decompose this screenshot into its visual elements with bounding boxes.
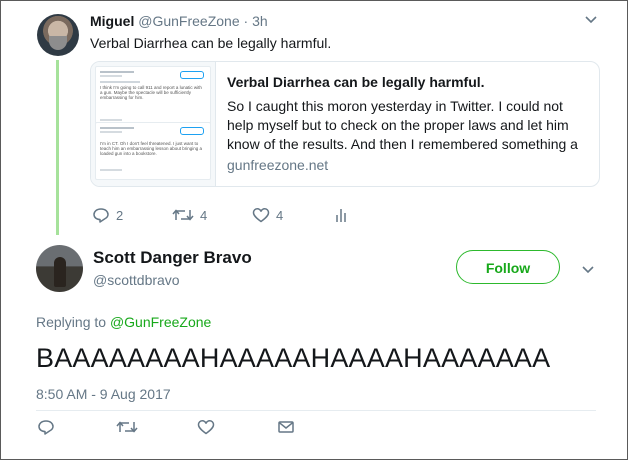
thread-connector — [56, 60, 59, 235]
thumb-tweet: I think I'm going to call 911 and report… — [95, 66, 211, 128]
like-icon[interactable] — [197, 419, 215, 435]
reply-icon — [93, 208, 109, 223]
message-icon[interactable] — [277, 419, 295, 435]
analytics-action[interactable] — [334, 207, 348, 223]
retweet-count: 4 — [200, 207, 208, 223]
divider — [36, 410, 596, 411]
retweet-icon[interactable] — [116, 419, 138, 435]
author-name[interactable]: Miguel — [90, 13, 134, 29]
parent-tweet-text: Verbal Diarrhea can be legally harmful. — [90, 35, 332, 51]
chevron-down-icon[interactable] — [583, 14, 599, 26]
tweet-time[interactable]: 3h — [252, 13, 268, 29]
like-icon — [252, 208, 270, 223]
retweet-icon — [172, 209, 194, 221]
retweet-action[interactable]: 4 — [172, 207, 207, 223]
thumb-tweet-text: I think I'm going to call 911 and report… — [100, 85, 202, 101]
tweet-text: BAAAAAAAAHAAAAAHAAAAHAAAAAAA — [36, 343, 551, 373]
avatar[interactable] — [37, 14, 79, 56]
card-thumbnail: I think I'm going to call 911 and report… — [91, 62, 216, 186]
thumb-tweet: I'm in CT. Oh I don't feel threatened. I… — [95, 122, 211, 180]
replying-prefix: Replying to — [36, 314, 107, 330]
author-handle[interactable]: @GunFreeZone — [138, 13, 239, 29]
chevron-down-icon[interactable] — [580, 264, 596, 276]
reply-count: 2 — [116, 207, 124, 223]
card-title: Verbal Diarrhea can be legally harmful. — [227, 74, 485, 90]
analytics-icon — [336, 209, 346, 222]
link-card[interactable]: I think I'm going to call 911 and report… — [90, 61, 600, 187]
like-count: 4 — [276, 207, 284, 223]
like-action[interactable]: 4 — [252, 207, 283, 223]
avatar[interactable] — [36, 245, 83, 292]
author-name[interactable]: Scott Danger Bravo — [93, 248, 252, 268]
card-domain: gunfreezone.net — [227, 157, 329, 173]
reply-action[interactable]: 2 — [92, 207, 123, 223]
reply-icon[interactable] — [37, 419, 55, 435]
thumb-tweet-text: I'm in CT. Oh I don't feel threatened. I… — [100, 141, 203, 157]
author-handle[interactable]: @scottdbravo — [93, 272, 180, 288]
follow-button[interactable]: Follow — [456, 250, 560, 284]
tweet-timestamp[interactable]: 8:50 AM - 9 Aug 2017 — [36, 386, 171, 402]
replying-handle-link[interactable]: @GunFreeZone — [110, 314, 211, 330]
parent-tweet-header: Miguel @GunFreeZone · 3h — [90, 13, 268, 29]
separator: · — [243, 13, 249, 29]
replying-to: Replying to @GunFreeZone — [36, 314, 211, 330]
card-description: So I caught this moron yesterday in Twit… — [227, 98, 578, 152]
